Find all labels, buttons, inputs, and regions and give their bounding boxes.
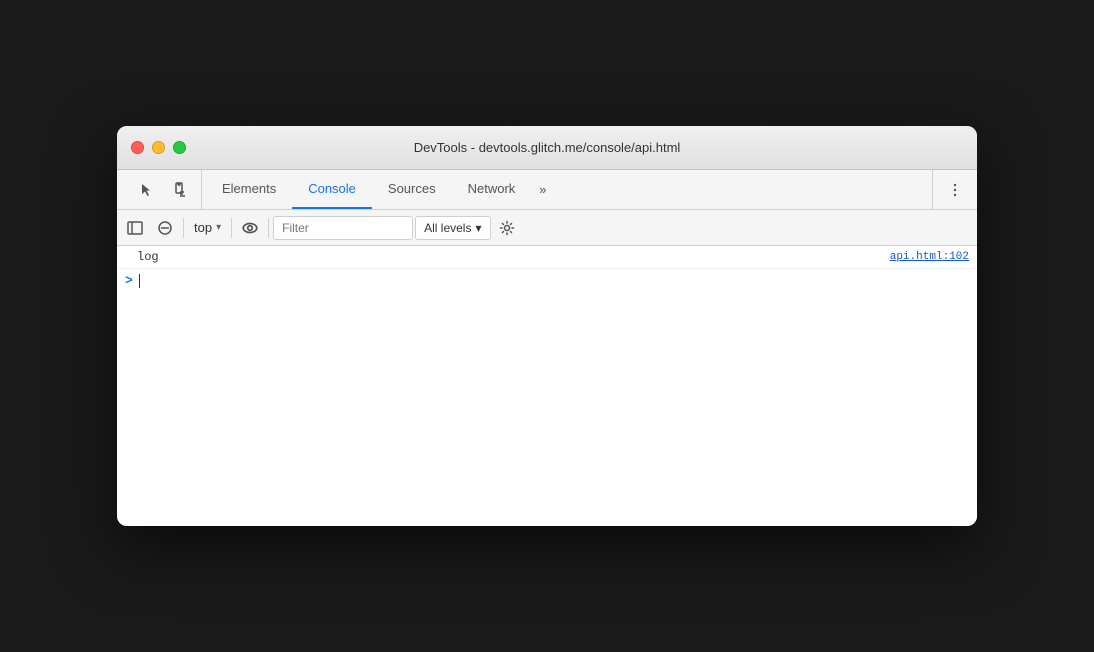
toolbar-separator-3 — [268, 218, 269, 238]
maximize-button[interactable] — [173, 141, 186, 154]
prompt-arrow-icon: > — [125, 273, 133, 288]
gear-svg — [499, 220, 515, 236]
tab-console[interactable]: Console — [292, 170, 372, 209]
settings-gear-icon[interactable] — [493, 214, 521, 242]
console-toolbar: top ▾ All levels ▾ — [117, 210, 977, 246]
tabs-container: Elements Console Sources Network » — [202, 170, 932, 209]
sidebar-svg — [127, 220, 143, 236]
cursor-icon[interactable] — [133, 176, 161, 204]
eye-svg — [241, 219, 259, 237]
tab-sources[interactable]: Sources — [372, 170, 452, 209]
titlebar: DevTools - devtools.glitch.me/console/ap… — [117, 126, 977, 170]
filter-input[interactable] — [273, 216, 413, 240]
eye-icon[interactable] — [236, 214, 264, 242]
devtools-window: DevTools - devtools.glitch.me/console/ap… — [117, 126, 977, 526]
context-value: top — [194, 220, 212, 235]
window-controls — [131, 141, 186, 154]
levels-label: All levels — [424, 221, 471, 235]
console-content: log api.html:102 > — [117, 246, 977, 526]
toolbar-separator-2 — [231, 218, 232, 238]
console-input-row[interactable]: > — [117, 269, 977, 292]
more-options-icon[interactable] — [941, 176, 969, 204]
log-levels-button[interactable]: All levels ▾ — [415, 216, 490, 240]
tab-elements[interactable]: Elements — [206, 170, 292, 209]
device-toggle-icon[interactable] — [165, 176, 193, 204]
toolbar-separator-1 — [183, 218, 184, 238]
log-source-link[interactable]: api.html:102 — [890, 251, 969, 263]
levels-chevron-icon: ▾ — [475, 221, 481, 235]
tab-network[interactable]: Network — [452, 170, 532, 209]
cursor-svg — [139, 182, 155, 198]
window-title: DevTools - devtools.glitch.me/console/ap… — [414, 140, 681, 155]
toolbar-left-icons — [125, 170, 202, 209]
cursor-bar — [139, 274, 140, 288]
tabbar-end — [932, 170, 969, 209]
tab-bar: Elements Console Sources Network » — [117, 170, 977, 210]
log-entry-row: log api.html:102 — [117, 246, 977, 269]
log-message: log — [137, 250, 159, 264]
sidebar-toggle-icon[interactable] — [121, 214, 149, 242]
context-selector[interactable]: top ▾ — [188, 214, 227, 242]
clear-svg — [157, 220, 173, 236]
minimize-button[interactable] — [152, 141, 165, 154]
close-button[interactable] — [131, 141, 144, 154]
device-svg — [171, 182, 187, 198]
ellipsis-svg — [947, 182, 963, 198]
console-input-cursor — [139, 274, 140, 288]
context-chevron-icon: ▾ — [216, 222, 221, 233]
tab-more-button[interactable]: » — [531, 170, 554, 209]
no-entry-icon[interactable] — [151, 214, 179, 242]
